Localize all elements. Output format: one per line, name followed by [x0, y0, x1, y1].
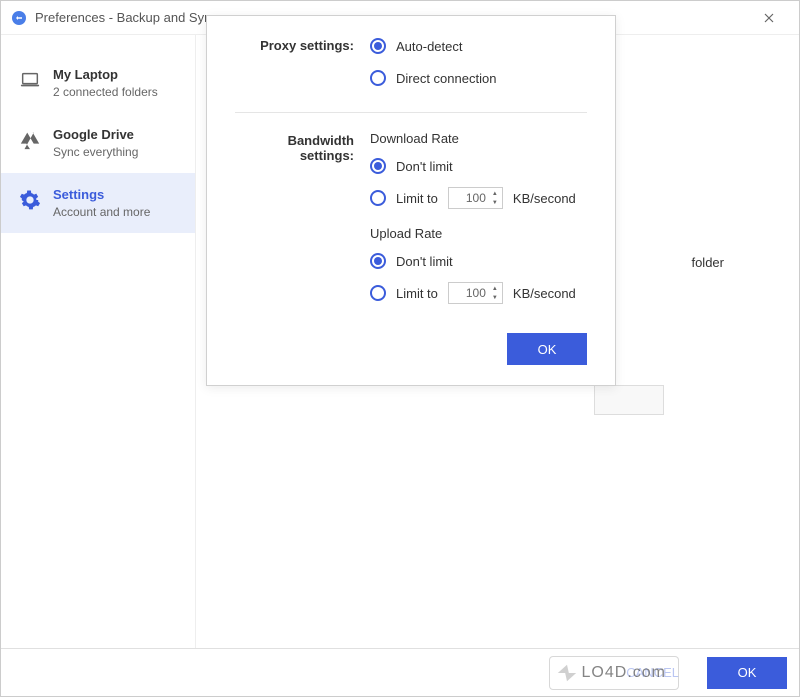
- upload-rate-input[interactable]: 100 ▲ ▼: [448, 282, 503, 304]
- upload-rate-heading: Upload Rate: [370, 226, 587, 241]
- sidebar-item-google-drive[interactable]: Google Drive Sync everything: [1, 113, 195, 173]
- sidebar-item-subtitle: Account and more: [53, 205, 150, 219]
- cancel-button[interactable]: CANCEL: [606, 657, 699, 689]
- radio-direct-connection[interactable]: Direct connection: [370, 68, 587, 88]
- radio-icon: [370, 285, 386, 301]
- sidebar-item-label: Settings: [53, 187, 150, 202]
- sidebar-item-my-laptop[interactable]: My Laptop 2 connected folders: [1, 53, 195, 113]
- radio-auto-detect[interactable]: Auto-detect: [370, 36, 587, 56]
- divider: [235, 112, 587, 113]
- radio-label: Don't limit: [396, 159, 453, 174]
- unit-label: KB/second: [513, 191, 576, 206]
- download-rate-input[interactable]: 100 ▲ ▼: [448, 187, 503, 209]
- dialog-ok-button[interactable]: OK: [507, 333, 587, 365]
- sidebar-item-label: Google Drive: [53, 127, 138, 142]
- spinner-down-icon[interactable]: ▼: [489, 198, 501, 207]
- bandwidth-settings-label: Bandwidth settings:: [235, 131, 370, 315]
- radio-icon: [370, 190, 386, 206]
- radio-label: Don't limit: [396, 254, 453, 269]
- background-button[interactable]: [594, 385, 664, 415]
- radio-icon: [370, 38, 386, 54]
- radio-icon: [370, 70, 386, 86]
- spinner-down-icon[interactable]: ▼: [489, 293, 501, 302]
- gear-icon: [19, 189, 41, 211]
- sidebar-item-label: My Laptop: [53, 67, 158, 82]
- radio-label: Auto-detect: [396, 39, 463, 54]
- radio-icon: [370, 158, 386, 174]
- proxy-settings-label: Proxy settings:: [235, 36, 370, 100]
- radio-label: Limit to: [396, 286, 438, 301]
- radio-download-limit-to[interactable]: Limit to 100 ▲ ▼ KB/second: [370, 188, 587, 208]
- ok-button[interactable]: OK: [707, 657, 787, 689]
- sidebar-item-subtitle: 2 connected folders: [53, 85, 158, 99]
- radio-upload-limit-to[interactable]: Limit to 100 ▲ ▼ KB/second: [370, 283, 587, 303]
- radio-upload-dont-limit[interactable]: Don't limit: [370, 251, 587, 271]
- network-settings-dialog: Proxy settings: Auto-detect Direct conne…: [206, 15, 616, 386]
- radio-icon: [370, 253, 386, 269]
- sidebar-item-subtitle: Sync everything: [53, 145, 138, 159]
- download-rate-heading: Download Rate: [370, 131, 587, 146]
- sidebar-item-settings[interactable]: Settings Account and more: [1, 173, 195, 233]
- spinner-up-icon[interactable]: ▲: [489, 189, 501, 198]
- radio-label: Direct connection: [396, 71, 496, 86]
- radio-label: Limit to: [396, 191, 438, 206]
- app-icon: [11, 10, 27, 26]
- unit-label: KB/second: [513, 286, 576, 301]
- spinner-up-icon[interactable]: ▲: [489, 284, 501, 293]
- background-folder-text: folder: [691, 255, 724, 270]
- drive-icon: [19, 129, 41, 151]
- close-button[interactable]: [749, 1, 789, 35]
- sidebar: My Laptop 2 connected folders Google Dri…: [1, 35, 196, 648]
- footer-bar: CANCEL OK: [1, 648, 799, 696]
- radio-download-dont-limit[interactable]: Don't limit: [370, 156, 587, 176]
- laptop-icon: [19, 69, 41, 91]
